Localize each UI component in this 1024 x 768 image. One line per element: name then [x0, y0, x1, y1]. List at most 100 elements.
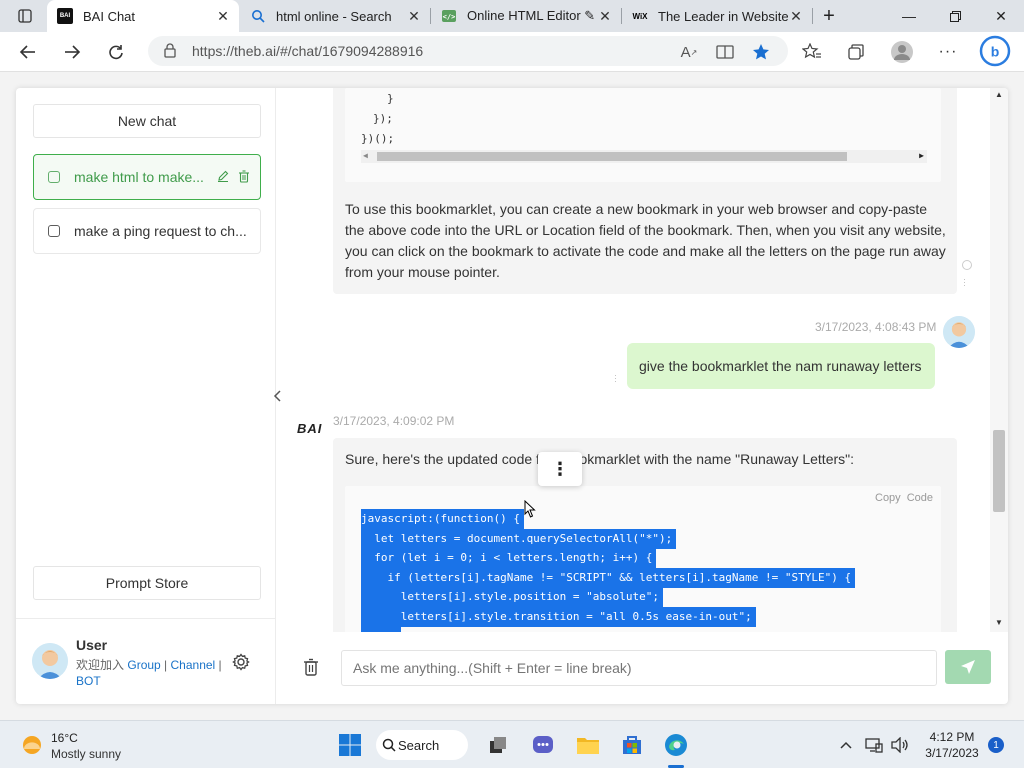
back-arrow-icon[interactable]: [13, 38, 43, 66]
system-clock[interactable]: 4:12 PM 3/17/2023: [922, 729, 982, 761]
scroll-right-arrow-icon[interactable]: ▶: [919, 151, 924, 160]
mouse-cursor-icon: [524, 499, 536, 523]
conversation-item[interactable]: make a ping request to ch...: [33, 208, 261, 254]
send-button[interactable]: [945, 650, 991, 684]
chat-vertical-scrollbar[interactable]: ▲ ▼: [990, 88, 1008, 632]
show-hidden-icons-chevron-icon[interactable]: [834, 731, 858, 759]
channel-link[interactable]: Channel: [171, 658, 216, 672]
network-icon[interactable]: [862, 731, 886, 759]
windows-taskbar: 16°C Mostly sunny Search 4:12 PM 3/17/20…: [0, 720, 1024, 768]
selected-code-line[interactable]: letters[i].style.transition = "all 0.5s …: [361, 607, 756, 627]
scroll-left-arrow-icon[interactable]: ◀: [363, 151, 368, 160]
conversation-item-active[interactable]: make html to make...: [33, 154, 261, 200]
forward-arrow-icon[interactable]: [57, 38, 87, 66]
svg-text:b: b: [991, 44, 1000, 60]
profile-avatar-icon[interactable]: [887, 38, 917, 66]
join-text: 欢迎加入: [76, 658, 125, 672]
copy-code-button[interactable]: Copy: [875, 492, 901, 504]
tab-actions-icon[interactable]: [10, 2, 40, 30]
clear-chat-trash-icon[interactable]: [303, 658, 321, 678]
volume-icon[interactable]: [888, 731, 912, 759]
bot-reply-text: Sure, here's the updated code f bookmarkl…: [345, 449, 949, 470]
clock-time: 4:12 PM: [929, 730, 975, 744]
close-tab-icon[interactable]: ✕: [788, 8, 804, 24]
taskbar-search-label: Search: [398, 737, 440, 753]
prompt-store-button[interactable]: Prompt Store: [33, 566, 261, 600]
selected-code-line[interactable]: for (let i = 0; i < letters.length; i++)…: [361, 548, 657, 568]
edge-browser-icon[interactable]: [662, 731, 690, 759]
new-chat-button[interactable]: New chat: [33, 104, 261, 138]
sidebar: New chat make html to make... make a pin…: [16, 88, 276, 704]
close-tab-icon[interactable]: ✕: [597, 8, 613, 24]
code-line: }: [387, 92, 394, 105]
immersive-reader-icon[interactable]: [710, 38, 740, 66]
user-message-timestamp: 3/17/2023, 4:08:43 PM: [815, 320, 937, 334]
restore-button[interactable]: [932, 0, 978, 32]
weather-sun-icon[interactable]: [20, 733, 44, 762]
tab-online-html-editor[interactable]: </> Online HTML Editor ✎ I ✕: [431, 0, 621, 32]
weather-temperature[interactable]: 16°C: [51, 731, 78, 745]
new-tab-button[interactable]: +: [806, 0, 852, 32]
file-explorer-icon[interactable]: [574, 731, 602, 759]
group-link[interactable]: Group: [127, 658, 160, 672]
tab-html-online-search[interactable]: html online - Search ✕: [240, 0, 430, 32]
user-name: User: [76, 637, 108, 653]
scrollbar-thumb[interactable]: [377, 152, 847, 161]
favorites-list-icon[interactable]: [797, 38, 827, 66]
code-line: })();: [361, 132, 395, 145]
edit-pencil-icon[interactable]: [216, 169, 230, 183]
taskbar-search[interactable]: Search: [376, 730, 468, 760]
user-panel: User 欢迎加入 Group | Channel | BOT: [16, 618, 276, 704]
scrollbar-thumb[interactable]: [993, 430, 1005, 512]
scroll-up-arrow-icon[interactable]: ▲: [995, 90, 1003, 99]
code-block-header: Copy Code: [869, 492, 933, 504]
link-separator: |: [215, 658, 222, 672]
delete-trash-icon[interactable]: [237, 169, 251, 183]
task-view-icon[interactable]: [484, 731, 512, 759]
refresh-icon[interactable]: [101, 38, 131, 66]
bing-copilot-icon[interactable]: b: [978, 34, 1012, 68]
collections-icon[interactable]: [841, 38, 871, 66]
selected-code-line[interactable]: javascript:(function() {: [361, 509, 524, 529]
favorite-star-icon[interactable]: [746, 38, 776, 66]
notification-badge[interactable]: 1: [988, 737, 1004, 753]
message-more-icon[interactable]: · · ·: [963, 275, 966, 290]
bot-reply-text-start: Sure, here's the updated code f: [345, 451, 540, 467]
selected-code-line[interactable]: letters[i].style.position = "absolute";: [361, 587, 664, 607]
code-favicon-icon: </>: [441, 8, 457, 24]
settings-gear-icon[interactable]: [232, 653, 250, 671]
code-block[interactable]: } }); })(); ◀ ▶: [345, 88, 941, 182]
user-message-more-icon[interactable]: · · ·: [614, 371, 617, 386]
close-tab-icon[interactable]: ✕: [406, 8, 422, 24]
user-message-bubble: give the bookmarklet the nam runaway let…: [627, 343, 935, 389]
browser-tab-strip: BAI BAI Chat ✕ html online - Search ✕ </…: [0, 0, 1024, 32]
more-options-icon[interactable]: ···: [933, 38, 963, 66]
close-tab-icon[interactable]: ✕: [215, 8, 231, 24]
bai-logo: BAI: [297, 421, 323, 436]
link-separator: |: [160, 658, 171, 672]
chat-messages[interactable]: } }); })(); ◀ ▶ To use this bookmarklet,…: [277, 88, 1008, 632]
bai-favicon-icon: BAI: [57, 8, 73, 24]
tab-wix[interactable]: WiX The Leader in Website C ✕: [622, 0, 812, 32]
taskbar-search-icon: [382, 738, 396, 752]
bot-reply-text-end: bookmarklet with the name "Runaway Lette…: [563, 451, 854, 467]
floating-more-menu-button[interactable]: ⋮: [538, 452, 582, 486]
community-links: 欢迎加入 Group | Channel | BOT: [76, 657, 236, 689]
chat-message-input[interactable]: [341, 650, 937, 686]
minimize-button[interactable]: —: [886, 0, 932, 32]
read-aloud-icon[interactable]: A ↗: [674, 38, 704, 66]
scroll-down-arrow-icon[interactable]: ▼: [995, 618, 1003, 627]
weather-description[interactable]: Mostly sunny: [51, 747, 121, 761]
microsoft-store-icon[interactable]: [618, 731, 646, 759]
horizontal-scrollbar[interactable]: ◀ ▶: [361, 150, 927, 163]
url-text: https://theb.ai/#/chat/1679094288916: [192, 43, 424, 59]
selected-code-line[interactable]: if (letters[i].tagName != "SCRIPT" && le…: [361, 568, 856, 588]
teams-chat-icon[interactable]: [529, 731, 557, 759]
selected-code-line[interactable]: let letters = document.querySelectorAll(…: [361, 529, 677, 549]
windows-start-icon[interactable]: [336, 731, 364, 759]
tab-bai-chat[interactable]: BAI BAI Chat ✕: [47, 0, 239, 32]
lock-icon[interactable]: [164, 43, 176, 61]
bot-link[interactable]: BOT: [76, 674, 101, 688]
tab-title: html online - Search: [276, 8, 392, 24]
close-window-button[interactable]: ✕: [978, 0, 1024, 32]
